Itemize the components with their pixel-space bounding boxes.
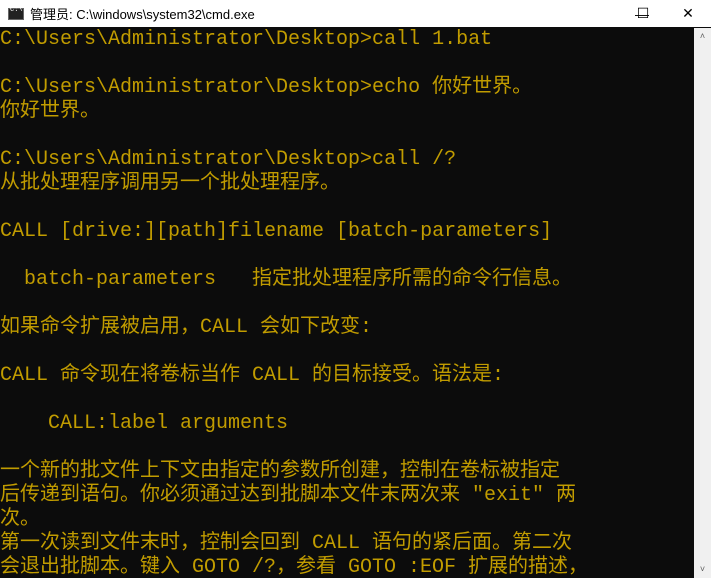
scroll-up-arrow-icon[interactable]: ˄ [694,28,711,45]
scroll-down-arrow-icon[interactable]: ˅ [694,561,711,578]
console-line: CALL [drive:][path]filename [batch-param… [0,220,553,243]
console-line: 如果命令扩展被启用，CALL 会如下改变: [0,316,373,339]
console-line: 会退出批脚本。键入 GOTO /?，参看 GOTO :EOF 扩展的描述， [0,556,589,578]
console-line: 一个新的批文件上下文由指定的参数所创建，控制在卷标被指定 [0,460,560,483]
console-line: 后传递到语句。你必须通过达到批脚本文件末两次来 "exit" 两 [0,484,577,507]
scrollbar-track[interactable] [696,48,709,558]
maximize-button[interactable]: ☐ [620,0,666,27]
console-output[interactable]: C:\Users\Administrator\Desktop>call 1.ba… [0,28,694,578]
console-line: CALL:label arguments [0,412,289,435]
console-line: C:\Users\Administrator\Desktop>echo 你好世界… [0,76,533,99]
console-line: 次。 [0,508,40,531]
console-line: CALL 命令现在将卷标当作 CALL 的目标接受。语法是: [0,364,505,387]
cmd-icon [8,6,24,20]
console-line: C:\Users\Administrator\Desktop>call /? [0,148,457,171]
title-bar: 管理员: C:\windows\system32\cmd.exe — ☐ ✕ [0,0,711,27]
console-line: 你好世界。 [0,100,100,123]
vertical-scrollbar[interactable]: ˄ ˅ [694,28,711,578]
close-button[interactable]: ✕ [665,0,711,27]
console-line: batch-parameters 指定批处理程序所需的命令行信息。 [0,268,573,291]
window-title: 管理员: C:\windows\system32\cmd.exe [30,7,255,22]
console-line: 第一次读到文件末时，控制会回到 CALL 语句的紧后面。第二次 [0,532,573,555]
console-line: C:\Users\Administrator\Desktop>call 1.ba… [0,28,493,51]
console-line: 从批处理程序调用另一个批处理程序。 [0,172,340,195]
